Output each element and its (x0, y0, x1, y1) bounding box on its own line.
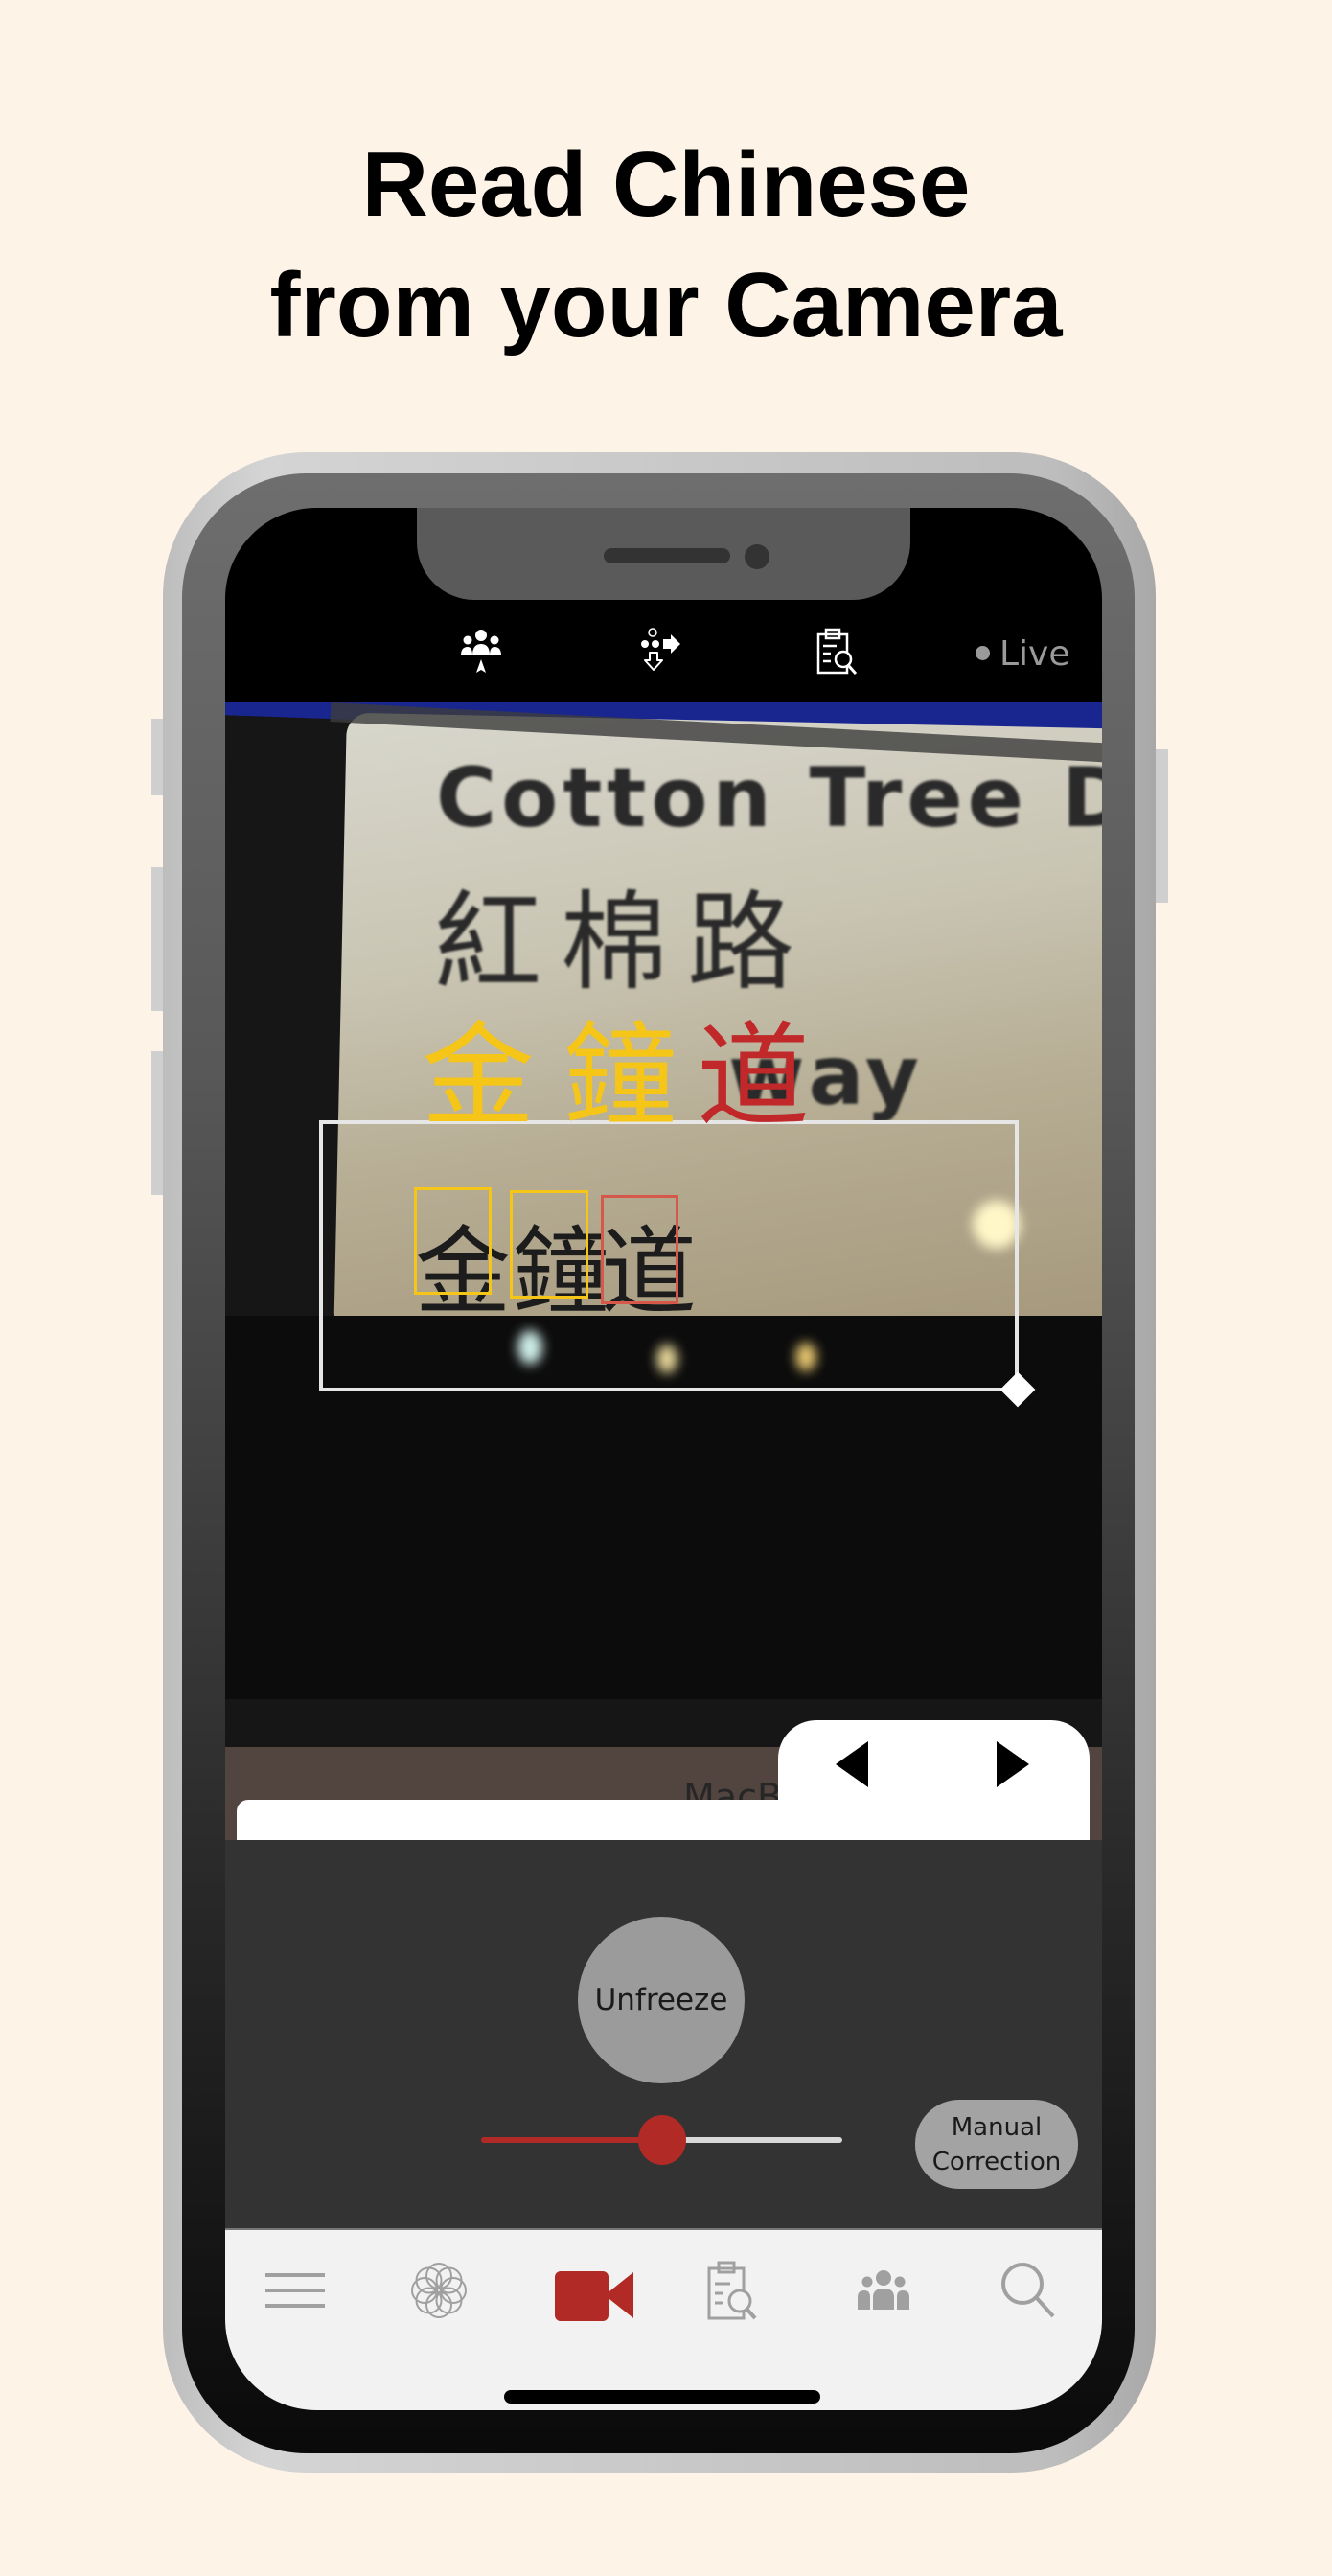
overlay-char: 道 (697, 1010, 811, 1142)
live-label: Live (999, 634, 1070, 674)
sign-chinese-text: 紅棉路 (434, 881, 814, 1005)
char-highlight-box[interactable] (601, 1195, 678, 1304)
next-entry-button[interactable] (997, 1741, 1029, 1787)
tab-search[interactable] (996, 2257, 1063, 2324)
sign-english-text: Cotton Tree Dr (436, 750, 1102, 846)
unfreeze-button[interactable]: Unfreeze (578, 1917, 745, 2083)
headline-line-1: Read Chinese (361, 133, 971, 236)
manual-correction-line-2: Correction (931, 2147, 1062, 2176)
manual-correction-line-1: Manual (951, 2112, 1043, 2142)
slider-track (661, 2137, 842, 2143)
tab-flower[interactable] (405, 2257, 472, 2324)
char-highlight-box[interactable] (414, 1187, 492, 1295)
video-camera-icon (555, 2271, 633, 2321)
search-icon (1001, 2263, 1055, 2318)
tab-menu[interactable] (262, 2257, 329, 2324)
clipboard-search-icon[interactable] (813, 627, 864, 678)
group-icon (858, 2270, 909, 2310)
live-toggle[interactable]: Live (976, 634, 1070, 674)
slider-fill (481, 2137, 662, 2143)
slider-thumb[interactable] (637, 2115, 686, 2165)
hamburger-icon (265, 2273, 325, 2308)
tab-camera[interactable] (551, 2257, 637, 2324)
front-camera (745, 544, 769, 569)
headline: Read Chinese from your Camera (0, 125, 1332, 366)
group-upload-icon[interactable] (455, 627, 507, 678)
camera-controls: Unfreeze Manual Correction (225, 1840, 1102, 2228)
phone-screen: Live Cotton Tree Dr 紅棉路 way MacBook Pro … (225, 508, 1102, 2410)
zoom-slider[interactable] (481, 2115, 842, 2165)
flower-icon (411, 2263, 467, 2318)
bottom-tab-bar (225, 2228, 1102, 2410)
home-indicator[interactable] (504, 2390, 820, 2404)
clipboard-search-icon (707, 2261, 757, 2320)
tab-clipboard[interactable] (701, 2257, 769, 2324)
live-dot-icon (976, 645, 990, 660)
previous-entry-button[interactable] (836, 1741, 868, 1787)
headline-line-2: from your Camera (269, 254, 1063, 356)
speaker-grille (604, 548, 730, 564)
overlay-char: 鐘 (563, 1010, 677, 1142)
camera-top-bar: Live (225, 600, 1102, 702)
overlay-char: 金 (422, 1010, 536, 1142)
manual-correction-button[interactable]: Manual Correction (915, 2100, 1078, 2189)
phone-notch (417, 508, 910, 600)
tab-people[interactable] (850, 2257, 917, 2324)
flow-arrows-icon[interactable] (637, 627, 689, 678)
char-highlight-box[interactable] (510, 1190, 588, 1299)
camera-view[interactable]: Cotton Tree Dr 紅棉路 way MacBook Pro 金 鐘 道… (225, 702, 1102, 1840)
phone-side-button (1155, 749, 1168, 903)
